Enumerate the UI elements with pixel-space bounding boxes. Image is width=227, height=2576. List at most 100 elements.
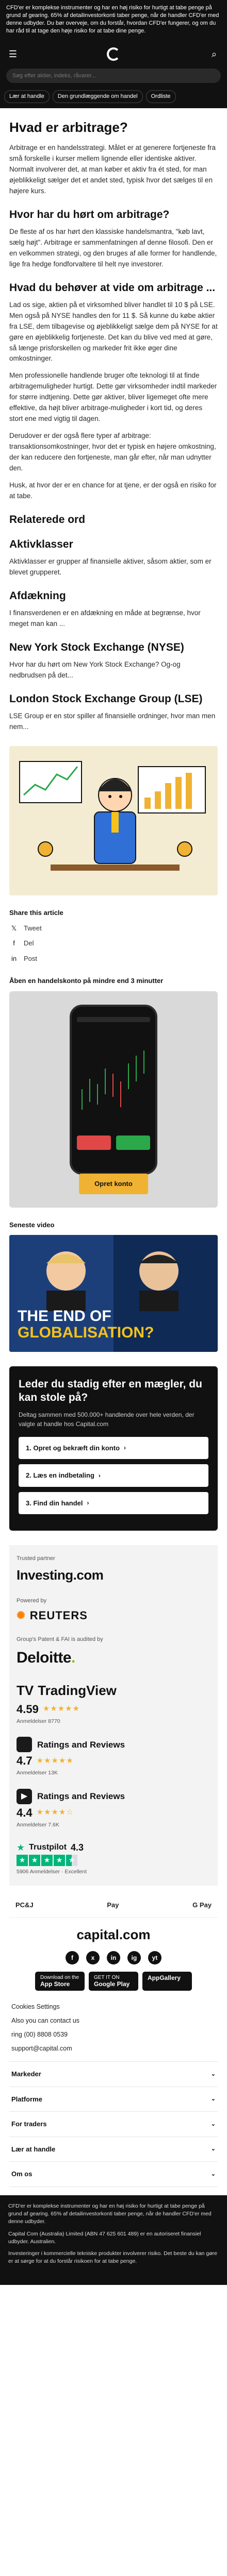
capital-logo-icon[interactable] bbox=[107, 47, 120, 61]
google-play-small: GET IT ON bbox=[94, 1975, 120, 1981]
phone-link[interactable]: ring (00) 8808 0539 bbox=[11, 2028, 216, 2042]
partner-deloitte-label: Group's Patent & FAI is audited by bbox=[17, 1636, 103, 1643]
partner-tradingview: TV TradingView 4.59 ★★★★★ Anmeldelser 87… bbox=[17, 1681, 210, 1726]
tradingview-meta: Anmeldelser 8770 bbox=[17, 1718, 60, 1724]
accordion-learn-label: Lær at handle bbox=[11, 2145, 56, 2153]
step-create-account[interactable]: 1. Opret og bekræft din konto › bbox=[19, 1436, 208, 1460]
footer-accordion: Markeder ⌄ Platforme ⌄ For traders ⌄ Lær at… bbox=[9, 2061, 218, 2187]
payment-methods: PC&J Pay G Pay bbox=[9, 1893, 218, 1918]
step-deposit[interactable]: 2. Læs en indbetaling › bbox=[19, 1464, 208, 1487]
term-nyse-title[interactable]: New York Stock Exchange (NYSE) bbox=[9, 641, 218, 654]
accordion-platforms[interactable]: Platforme ⌄ bbox=[9, 2087, 218, 2112]
accordion-about-label: Om os bbox=[11, 2170, 33, 2178]
apple-ratings-title: Ratings and Reviews bbox=[37, 1739, 125, 1750]
app-gallery-badge[interactable]: AppGallery bbox=[142, 1972, 192, 1991]
section-heard-text: De fleste af os har hørt den klassiske h… bbox=[9, 227, 217, 268]
term-lse-title[interactable]: London Stock Exchange Group (LSE) bbox=[9, 692, 218, 706]
linkedin-icon[interactable]: in bbox=[107, 1951, 120, 1965]
illustration-trader bbox=[9, 746, 218, 896]
promo-card: Opret konto bbox=[9, 991, 218, 1208]
step-create-account-label: 1. Opret og bekræft din konto bbox=[26, 1444, 120, 1452]
accordion-markets[interactable]: Markeder ⌄ bbox=[9, 2062, 218, 2087]
video-title: Seneste video bbox=[9, 1221, 55, 1229]
lead-subtitle: Deltag sammen med 500.000+ handlende ove… bbox=[19, 1411, 194, 1428]
latest-video[interactable]: THE END OF GLOBALISATION? bbox=[9, 1235, 218, 1352]
facebook-icon: f bbox=[13, 939, 15, 947]
apple-icon bbox=[17, 1737, 32, 1753]
search-icon[interactable]: ⌕ bbox=[208, 48, 220, 60]
video-headline-line2: GLOBALISATION? bbox=[18, 1324, 154, 1341]
youtube-icon[interactable]: yt bbox=[148, 1951, 161, 1965]
reuters-logo: ✺ REUTERS bbox=[17, 1607, 210, 1624]
share-facebook-label: Del bbox=[24, 939, 34, 947]
chevron-down-icon: ⌄ bbox=[210, 2121, 216, 2127]
twitter-icon: 𝕏 bbox=[11, 924, 17, 932]
phone-chart-icon bbox=[72, 1006, 155, 1173]
arrow-right-icon: › bbox=[87, 1499, 89, 1507]
payment-applepay-icon: Pay bbox=[107, 1900, 119, 1910]
article: Hvad er arbitrage? Arbitrage er en hande… bbox=[0, 108, 227, 2187]
search-input[interactable] bbox=[6, 69, 221, 83]
step-deposit-label: 2. Læs en indbetaling bbox=[26, 1471, 94, 1480]
reuters-logo-text: REUTERS bbox=[29, 1609, 88, 1622]
share-facebook[interactable]: f Del bbox=[9, 938, 218, 948]
tradingview-rating: 4.59 bbox=[17, 1702, 39, 1716]
app-store-badge[interactable]: Download on the App Store bbox=[35, 1972, 85, 1991]
footer-logo[interactable]: capital.com bbox=[9, 1925, 218, 1945]
support-email-link[interactable]: support@capital.com bbox=[11, 2042, 216, 2056]
article-intro: Arbitrage er en handelsstrategi. Målet e… bbox=[9, 144, 216, 195]
accordion-learn[interactable]: Lær at handle ⌄ bbox=[9, 2137, 218, 2162]
trustpilot-logo: Trustpilot bbox=[29, 1843, 67, 1852]
risk-bottom-1: CFD'er er komplekse instrumenter og har … bbox=[8, 2202, 212, 2225]
facebook-icon[interactable]: f bbox=[66, 1951, 79, 1965]
chevron-down-icon: ⌄ bbox=[210, 2171, 216, 2177]
arrow-right-icon: › bbox=[98, 1471, 101, 1479]
partner-googleplay: ▶ Ratings and Reviews 4.4 ★★★★☆ Anmeldel… bbox=[17, 1789, 210, 1829]
tradingview-icon: TV bbox=[17, 1682, 34, 1698]
term-lse-text: LSE Group er en stor spiller af finansie… bbox=[9, 712, 216, 731]
phone-mockup bbox=[70, 1004, 157, 1175]
instagram-icon[interactable]: ig bbox=[127, 1951, 141, 1965]
share-tweet-label: Tweet bbox=[24, 924, 42, 932]
x-twitter-icon[interactable]: x bbox=[86, 1951, 100, 1965]
applepay-label: Pay bbox=[107, 1901, 119, 1909]
article-title: Hvad er arbitrage? bbox=[9, 119, 128, 135]
term-hedging-title[interactable]: Afdækning bbox=[9, 589, 218, 603]
step-find-trade-label: 3. Find din handel bbox=[26, 1499, 83, 1507]
google-play-icon: ▶ bbox=[17, 1789, 32, 1805]
share-linkedin[interactable]: in Post bbox=[9, 954, 218, 964]
section-know-text-4: Husk, at hvor der er en chance for at tj… bbox=[9, 481, 217, 500]
lead-title: Leder du stadig efter en mægler, du kan … bbox=[19, 1378, 202, 1404]
google-play-badge[interactable]: GET IT ON Google Play bbox=[89, 1972, 138, 1991]
category-basics[interactable]: Den grundlæggende om handel bbox=[52, 90, 143, 103]
section-know-text-3: Derudover er der også flere typer af arb… bbox=[9, 432, 216, 472]
cookie-settings-link[interactable]: Cookies Settings bbox=[11, 2000, 216, 2014]
section-know-title: Hvad du behøver at vide om arbitrage ... bbox=[9, 281, 216, 294]
chevron-down-icon: ⌄ bbox=[210, 2096, 216, 2103]
share-tweet[interactable]: 𝕏 Tweet bbox=[9, 923, 218, 934]
contact-text: Also you can contact us bbox=[11, 2017, 80, 2025]
accordion-traders[interactable]: For traders ⌄ bbox=[9, 2112, 218, 2137]
search-row bbox=[0, 69, 227, 89]
menu-icon[interactable]: ☰ bbox=[7, 48, 19, 60]
category-learn-trading[interactable]: Lær at handle bbox=[4, 90, 50, 103]
chevron-down-icon: ⌄ bbox=[210, 2146, 216, 2153]
section-know-text-1: Lad os sige, aktien på et virksomhed bli… bbox=[9, 300, 218, 363]
lead-card: Leder du stadig efter en mægler, du kan … bbox=[9, 1366, 218, 1531]
accordion-markets-label: Markeder bbox=[11, 2070, 41, 2078]
category-glossary[interactable]: Ordliste bbox=[145, 90, 176, 103]
google-play-big: Google Play bbox=[94, 1980, 130, 1988]
accordion-platforms-label: Platforme bbox=[11, 2095, 42, 2103]
apple-rating: 4.7 bbox=[17, 1754, 33, 1768]
step-find-trade[interactable]: 3. Find din handel › bbox=[19, 1492, 208, 1515]
share-linkedin-label: Post bbox=[24, 954, 38, 962]
app-badges: Download on the App Store GET IT ON Google… bbox=[9, 1972, 218, 1991]
open-account-button[interactable]: Opret konto bbox=[79, 1174, 148, 1194]
trustpilot-rating: 4.3 bbox=[71, 1842, 84, 1853]
term-asset-classes-title[interactable]: Aktivklasser bbox=[9, 538, 218, 551]
app-store-small: Download on the bbox=[40, 1975, 79, 1981]
arrow-right-icon: › bbox=[124, 1444, 126, 1452]
app-gallery-big: AppGallery bbox=[148, 1974, 181, 1982]
accordion-about[interactable]: Om os ⌄ bbox=[9, 2162, 218, 2187]
partner-reuters-label: Powered by bbox=[17, 1597, 47, 1604]
